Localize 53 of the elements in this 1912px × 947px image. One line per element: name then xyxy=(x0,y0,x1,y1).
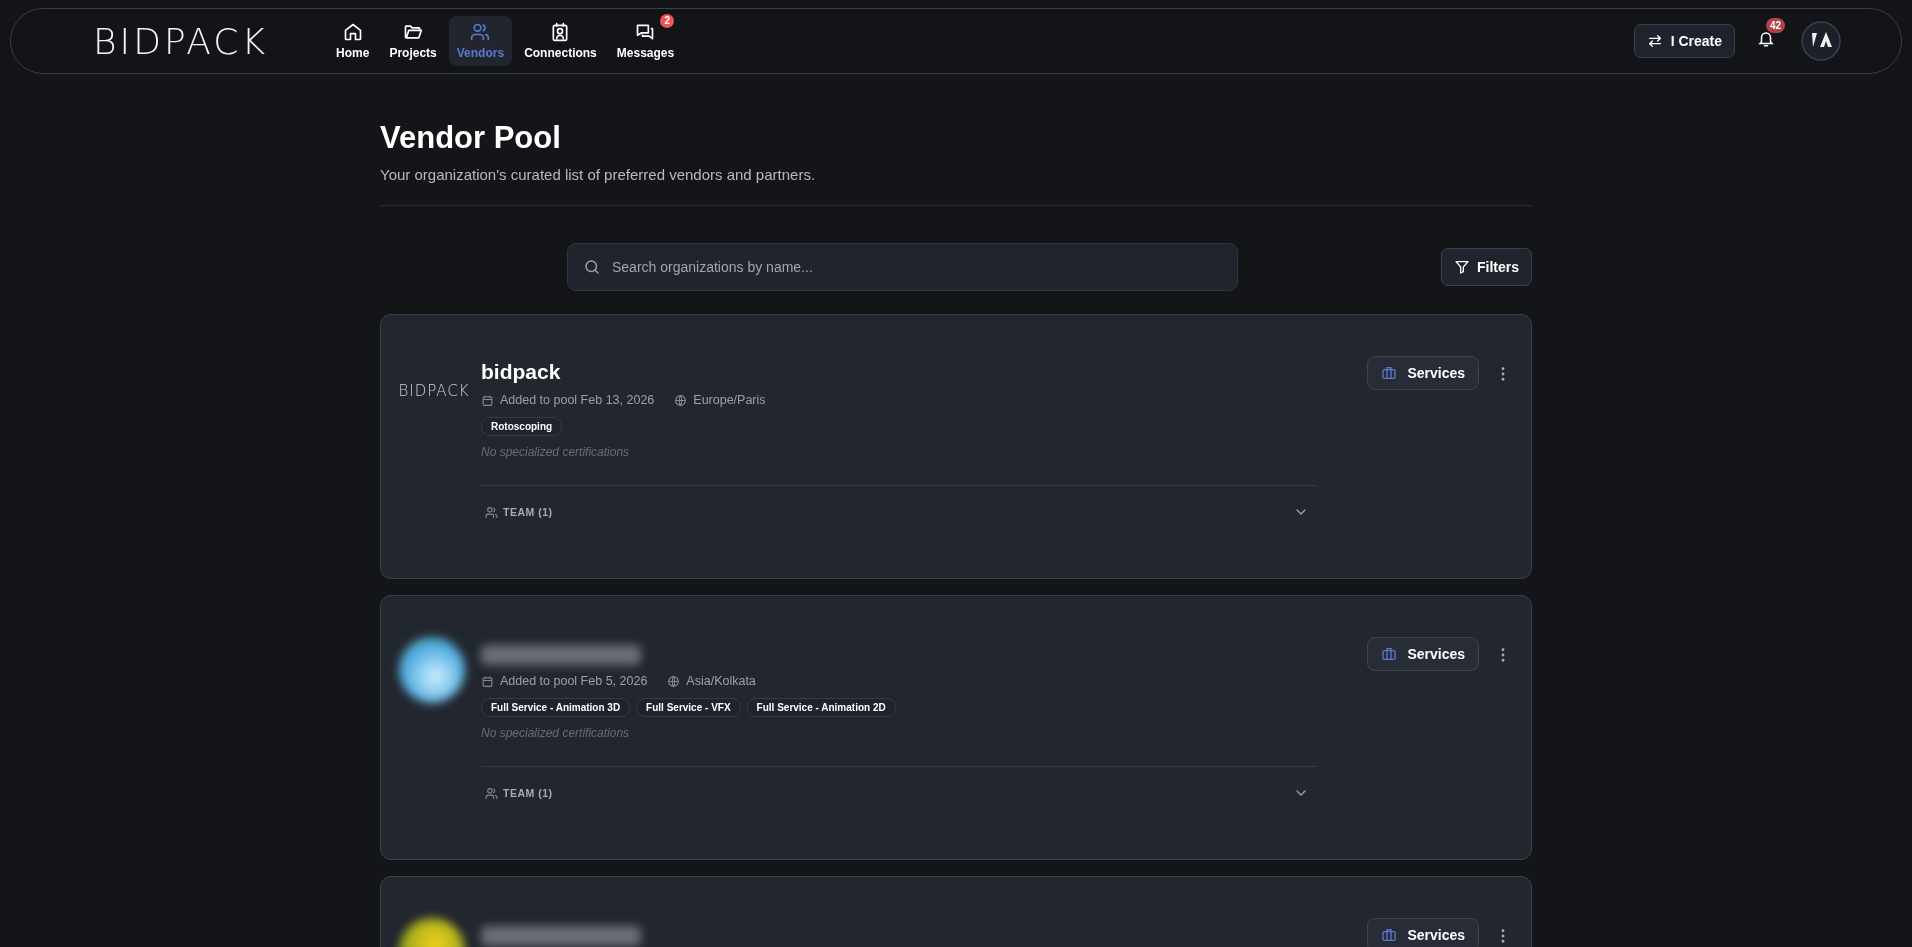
search-field[interactable]: Search organizations by name... xyxy=(567,243,1238,291)
create-switch-button[interactable]: I Create xyxy=(1633,24,1735,58)
logo[interactable]: BIDPACK xyxy=(93,20,269,62)
notification-bell-icon[interactable] xyxy=(1757,30,1775,48)
timezone: Europe/Paris xyxy=(693,393,766,407)
calendar-icon xyxy=(481,393,494,407)
added-date: Added to pool Feb 13, 2026 xyxy=(500,393,655,407)
users-icon xyxy=(485,505,498,519)
page-title: Vendor Pool xyxy=(380,120,562,156)
filters-button[interactable]: Filters xyxy=(1441,248,1532,286)
folder-icon xyxy=(403,22,424,42)
globe-icon xyxy=(674,393,688,407)
service-tag: Rotoscoping xyxy=(481,417,563,436)
services-button[interactable]: Services xyxy=(1367,356,1479,390)
nav-tab[interactable]: Connections xyxy=(516,16,605,66)
nav-tab[interactable]: Home xyxy=(328,16,378,66)
notification-count-badge: 42 xyxy=(1766,18,1786,33)
page-subtitle: Your organization's curated list of preferred vendors and partners. xyxy=(380,166,817,183)
briefcase-icon xyxy=(1381,927,1398,943)
added-date: Added to pool Feb 5, 2026 xyxy=(500,674,648,688)
service-tag: Full Service - Animation 2D xyxy=(746,698,896,717)
chat-icon xyxy=(635,22,656,42)
contact-card-icon xyxy=(550,22,571,42)
nav-tab[interactable]: 2 Messages xyxy=(608,16,683,66)
timezone: Asia/Kolkata xyxy=(686,674,756,688)
users-icon xyxy=(485,786,498,800)
certifications-note: No specialized certifications xyxy=(481,726,631,740)
globe-icon xyxy=(667,674,681,688)
team-toggle[interactable]: TEAM (1) xyxy=(485,505,553,519)
more-options-icon[interactable] xyxy=(1501,648,1505,662)
search-icon xyxy=(583,258,601,276)
nav-tab[interactable]: Vendors xyxy=(448,16,513,66)
vendor-name[interactable]: bidpack xyxy=(481,360,1317,384)
team-toggle[interactable]: TEAM (1) xyxy=(485,786,553,800)
unread-badge: 2 xyxy=(660,14,675,28)
vendor-logo: BIDPACK xyxy=(399,381,469,402)
calendar-icon xyxy=(481,674,494,688)
briefcase-icon xyxy=(1381,646,1398,662)
filter-icon xyxy=(1454,259,1470,275)
users-icon xyxy=(470,22,491,42)
more-options-icon[interactable] xyxy=(1501,367,1505,381)
services-button[interactable]: Services xyxy=(1367,918,1479,947)
service-tag: Full Service - Animation 3D xyxy=(481,698,631,717)
nav-tab[interactable]: Projects xyxy=(381,16,445,66)
briefcase-icon xyxy=(1381,365,1398,381)
services-button[interactable]: Services xyxy=(1367,637,1479,671)
certifications-note: No specialized certifications xyxy=(481,445,631,459)
more-options-icon[interactable] xyxy=(1501,929,1505,943)
home-icon xyxy=(342,22,363,42)
swap-arrows-icon xyxy=(1646,33,1663,49)
avatar-icon[interactable] xyxy=(1801,21,1841,61)
blurred-logo xyxy=(399,637,465,703)
service-tag: Full Service - VFX xyxy=(636,698,741,717)
